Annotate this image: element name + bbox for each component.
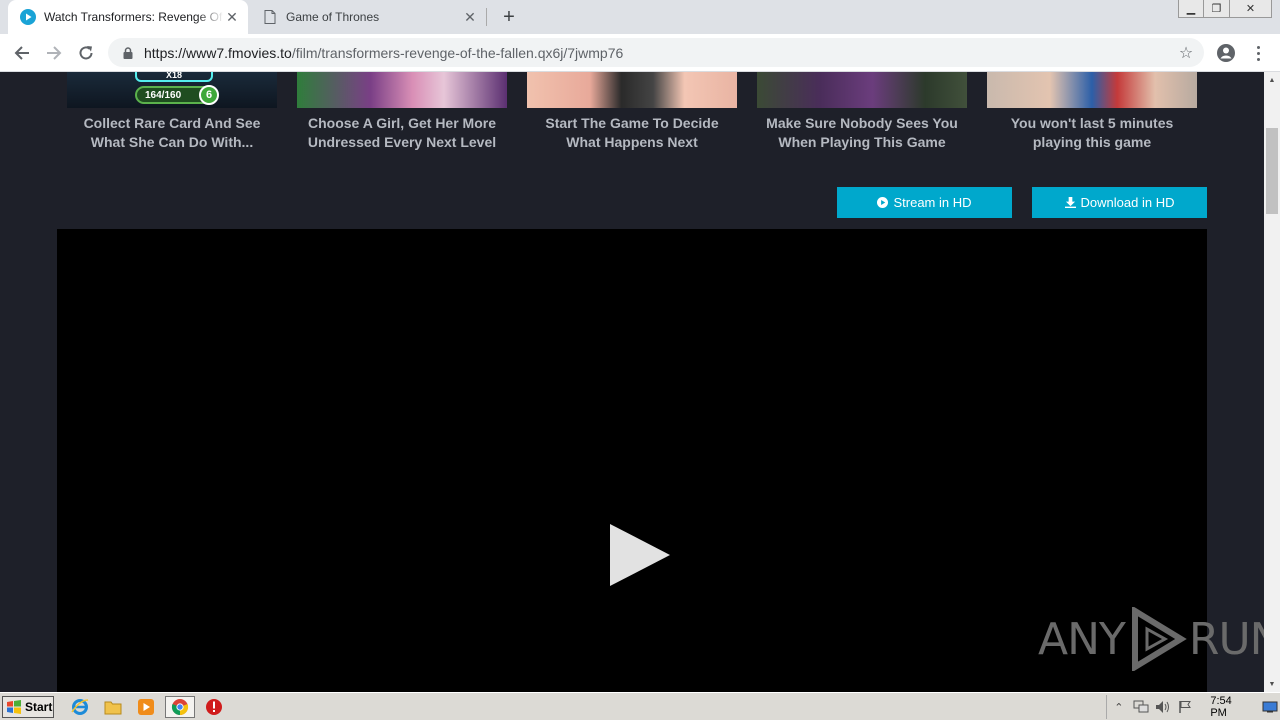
window-controls: ▁ ❐ ✕ <box>1178 0 1272 18</box>
browser-toolbar: https://www7.fmovies.to/film/transformer… <box>0 34 1280 72</box>
video-player[interactable]: ANY RUN <box>57 229 1264 692</box>
ad-thumbnail-image[interactable] <box>987 72 1197 108</box>
tab-game-of-thrones[interactable]: Game of Thrones ✕ <box>250 0 486 34</box>
ad-badge-x: X18 <box>135 72 213 82</box>
media-player-icon[interactable] <box>136 697 156 717</box>
restore-icon[interactable]: ❐ <box>1204 0 1230 18</box>
show-desktop-icon[interactable] <box>1262 699 1278 715</box>
download-icon <box>1064 197 1076 208</box>
fmovies-play-icon <box>20 9 36 25</box>
ad-caption-line: Make Sure Nobody Sees You <box>766 115 958 131</box>
url-path: /film/transformers-revenge-of-the-fallen… <box>291 44 624 61</box>
url-text: https://www7.fmovies.to/film/transformer… <box>144 45 623 61</box>
scroll-up-arrow-icon[interactable]: ▲ <box>1264 72 1280 88</box>
url-host: https://www7.fmovies.to <box>144 44 292 61</box>
ad-caption-line: When Playing This Game <box>778 134 946 150</box>
page-viewport: X18 164/160 6 Collect Rare Card And See Wh… <box>0 72 1264 692</box>
flag-icon[interactable] <box>1177 699 1193 715</box>
watermark-right: RUN <box>1188 613 1264 665</box>
ad-thumbnail-image[interactable] <box>757 72 967 108</box>
scroll-down-arrow-icon[interactable]: ▼ <box>1264 676 1280 692</box>
network-icon[interactable] <box>1133 699 1149 715</box>
taskbar-clock[interactable]: 7:54 PM <box>1210 695 1246 719</box>
tab-title: Game of Thrones <box>286 10 380 24</box>
ad-caption[interactable]: You won't last 5 minutes playing this gam… <box>977 114 1207 152</box>
ad-badge-score: 164/160 <box>145 89 182 101</box>
volume-icon[interactable] <box>1155 699 1171 715</box>
close-icon[interactable]: ✕ <box>462 9 478 25</box>
tab-strip: Watch Transformers: Revenge Of The Falle… <box>0 0 1280 34</box>
ad-caption-line: Start The Game To Decide <box>545 115 719 131</box>
tray-expand-icon[interactable]: ⌃ <box>1111 699 1127 715</box>
ad-caption-line: What Happens Next <box>566 134 698 150</box>
ad-caption-line: Choose A Girl, Get Her More <box>308 115 496 131</box>
tab-separator <box>486 8 487 26</box>
reload-icon[interactable] <box>72 39 100 67</box>
ad-caption-line: Collect Rare Card And See <box>83 115 261 131</box>
play-icon[interactable] <box>609 524 671 586</box>
stream-label: Stream in HD <box>893 195 972 210</box>
internet-explorer-icon[interactable] <box>70 697 90 717</box>
kebab-menu-icon[interactable] <box>1248 41 1268 65</box>
scroll-thumb[interactable] <box>1266 128 1278 214</box>
ad-badge-level: 6 <box>199 85 219 105</box>
ad-caption[interactable]: Choose A Girl, Get Her More Undressed Eve… <box>287 114 517 152</box>
close-icon[interactable]: ✕ <box>224 9 240 25</box>
tab-transformers[interactable]: Watch Transformers: Revenge Of The Falle… <box>8 0 248 34</box>
ad-caption-line: Undressed Every Next Level <box>307 134 497 150</box>
document-icon <box>262 9 278 25</box>
ad-caption-line: playing this game <box>1032 134 1152 150</box>
address-bar[interactable]: https://www7.fmovies.to/film/transformer… <box>108 38 1204 67</box>
stream-in-hd-button[interactable]: Stream in HD <box>837 187 1012 218</box>
stop-sign-icon[interactable] <box>204 697 224 717</box>
windows-taskbar: Start ⌃ 7:54 PM <box>0 692 1280 720</box>
profile-avatar-icon[interactable] <box>1214 41 1238 65</box>
start-button[interactable]: Start <box>2 696 54 718</box>
tab-title: Watch Transformers: Revenge Of The Falle… <box>44 10 224 24</box>
windows-logo-icon <box>7 700 21 714</box>
ad-thumbnail-image[interactable]: X18 164/160 6 <box>67 72 277 108</box>
download-in-hd-button[interactable]: Download in HD <box>1032 187 1207 218</box>
ad-level-badge: 164/160 6 <box>135 85 219 105</box>
ad-caption[interactable]: Make Sure Nobody Sees You When Playing Th… <box>747 114 977 152</box>
ad-caption-line: You won't last 5 minutes <box>1010 115 1174 131</box>
browser-window: Watch Transformers: Revenge Of The Falle… <box>0 0 1280 692</box>
star-icon[interactable]: ☆ <box>1176 43 1196 63</box>
download-label: Download in HD <box>1080 195 1175 210</box>
close-window-icon[interactable]: ✕ <box>1230 0 1272 18</box>
page-scrollbar[interactable]: ▲ ▼ <box>1264 72 1280 692</box>
system-tray: ⌃ 7:54 PM <box>1106 695 1278 719</box>
ad-caption[interactable]: Start The Game To Decide What Happens Nex… <box>517 114 747 152</box>
chrome-taskbar-icon[interactable] <box>165 696 195 718</box>
ad-thumbnail-image[interactable] <box>527 72 737 108</box>
forward-arrow-icon[interactable] <box>40 39 68 67</box>
lock-icon[interactable] <box>120 45 136 61</box>
play-circle-icon <box>877 197 889 208</box>
ad-thumbnail-image[interactable] <box>297 72 507 108</box>
ad-caption[interactable]: Collect Rare Card And See What She Can Do… <box>57 114 287 152</box>
start-label: Start <box>25 700 53 714</box>
watermark-left: ANY <box>1038 613 1126 665</box>
minimize-icon[interactable]: ▁ <box>1178 0 1204 18</box>
new-tab-button[interactable]: + <box>497 5 521 29</box>
back-arrow-icon[interactable] <box>8 39 36 67</box>
anyrun-play-logo-icon <box>1131 607 1187 671</box>
file-explorer-icon[interactable] <box>103 697 123 717</box>
anyrun-watermark: ANY RUN <box>1038 607 1264 671</box>
ad-caption-line: What She Can Do With... <box>90 134 254 150</box>
